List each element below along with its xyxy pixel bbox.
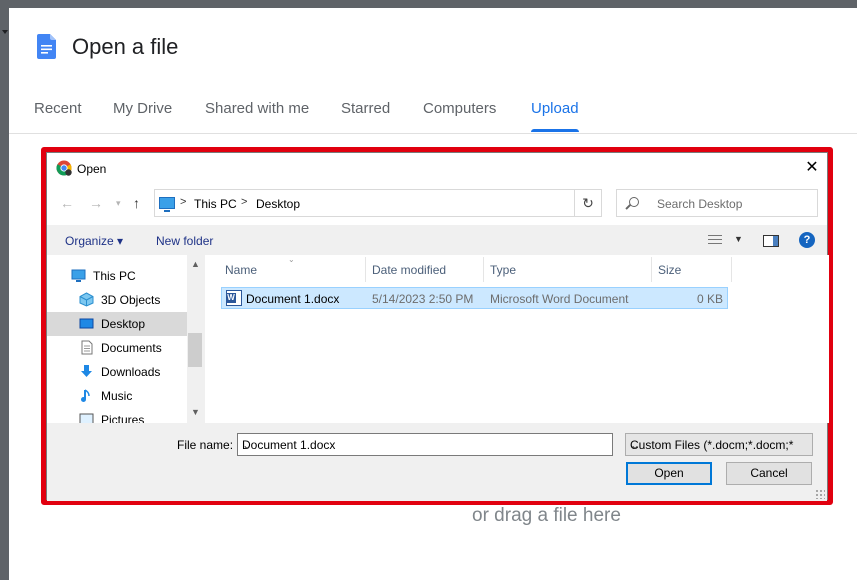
file-list: ⌄ Name Date modified Type Size Document …: [205, 255, 829, 423]
close-button[interactable]: ✕: [803, 159, 821, 177]
sort-caret-icon: ⌄: [288, 255, 295, 264]
pictures-icon: [79, 413, 94, 423]
open-button[interactable]: Open: [626, 462, 712, 485]
file-name: Document 1.docx: [246, 292, 340, 306]
picker-header: Open a file Recent My Drive Shared with …: [9, 8, 857, 134]
this-pc-icon: [159, 197, 175, 212]
column-divider[interactable]: [651, 257, 652, 282]
chevron-right-icon: >: [180, 196, 187, 208]
view-options-icon[interactable]: [708, 235, 722, 246]
tab-starred[interactable]: Starred: [341, 100, 390, 117]
tab-recent[interactable]: Recent: [34, 100, 82, 117]
google-docs-icon: [37, 34, 56, 59]
chevron-down-icon[interactable]: ▼: [734, 234, 743, 244]
nav-item-downloads[interactable]: Downloads: [47, 360, 187, 384]
new-folder-button[interactable]: New folder: [156, 234, 213, 248]
file-name-input[interactable]: Document 1.docx ⌄: [237, 433, 613, 456]
picker-title: Open a file: [72, 34, 179, 59]
search-placeholder: Search Desktop: [657, 197, 743, 211]
resize-grip-icon[interactable]: [815, 489, 825, 499]
file-row[interactable]: Document 1.docx 5/14/2023 2:50 PM Micros…: [221, 287, 728, 309]
tab-shared-with-me[interactable]: Shared with me: [205, 100, 309, 117]
cancel-button[interactable]: Cancel: [726, 462, 812, 485]
column-divider[interactable]: [731, 257, 732, 282]
chevron-down-icon[interactable]: ⌄: [242, 438, 608, 452]
breadcrumb-this-pc[interactable]: This PC: [194, 197, 237, 211]
recent-locations-icon[interactable]: ▾: [116, 198, 121, 209]
cube-icon: [79, 292, 94, 307]
nav-item-desktop[interactable]: Desktop: [47, 312, 187, 336]
nav-item-this-pc[interactable]: This PC: [47, 264, 187, 288]
column-name[interactable]: Name: [225, 263, 257, 277]
organize-button[interactable]: Organize ▾: [65, 234, 123, 248]
tab-upload[interactable]: Upload: [531, 100, 579, 132]
tab-computers[interactable]: Computers: [423, 100, 496, 117]
scroll-up-icon[interactable]: ▲: [191, 259, 200, 269]
tab-my-drive[interactable]: My Drive: [113, 100, 172, 117]
chevron-right-icon: >: [241, 196, 248, 208]
column-type[interactable]: Type: [490, 263, 516, 277]
nav-item-3d-objects[interactable]: 3D Objects: [47, 288, 187, 312]
scrollbar-thumb[interactable]: [188, 333, 202, 367]
scroll-down-icon[interactable]: ▼: [191, 407, 200, 417]
preview-pane-icon[interactable]: [763, 235, 779, 247]
document-icon: [81, 340, 93, 355]
search-icon: [629, 197, 639, 207]
nav-item-pictures[interactable]: Pictures: [47, 408, 187, 423]
file-type-filter[interactable]: Custom Files (*.docm;*.docm;* ⌄: [625, 433, 813, 456]
word-document-icon: [226, 290, 242, 306]
forward-arrow-icon[interactable]: →: [89, 195, 103, 211]
dialog-title: Open: [77, 162, 107, 176]
address-bar[interactable]: > This PC > Desktop ⌄: [154, 189, 590, 217]
dialog-toolbar: Organize ▾ New folder ▼ ?: [47, 225, 827, 255]
dialog-titlebar[interactable]: Open ✕: [47, 153, 827, 183]
nav-item-documents[interactable]: Documents: [47, 336, 187, 360]
pc-icon: [71, 269, 86, 282]
chevron-down-icon[interactable]: ⌄: [630, 438, 796, 452]
column-divider[interactable]: [483, 257, 484, 282]
nav-scrollbar[interactable]: ▲ ▼: [187, 255, 203, 423]
download-icon: [81, 365, 92, 377]
open-file-dialog: Open ✕ ← → ▾ ↑ > This PC > Desktop ⌄ ↻ S…: [46, 152, 829, 501]
breadcrumb-desktop[interactable]: Desktop: [256, 197, 300, 211]
drag-hint: or drag a file here: [472, 505, 621, 526]
refresh-button[interactable]: ↻: [574, 189, 602, 217]
background-page-edge: [0, 0, 9, 580]
nav-item-music[interactable]: Music: [47, 384, 187, 408]
file-date: 5/14/2023 2:50 PM: [372, 292, 474, 306]
chrome-icon: [56, 160, 72, 176]
dialog-footer: File name: Document 1.docx ⌄ Custom File…: [47, 423, 827, 501]
caret-down-icon: [2, 30, 8, 34]
file-name-label: File name:: [177, 438, 234, 452]
column-date-modified[interactable]: Date modified: [372, 263, 446, 277]
column-divider[interactable]: [365, 257, 366, 282]
column-size[interactable]: Size: [658, 263, 681, 277]
back-arrow-icon[interactable]: ←: [60, 195, 74, 211]
search-field[interactable]: Search Desktop: [616, 189, 818, 217]
navigation-pane: This PC 3D Objects Desktop Documents Dow…: [47, 255, 203, 423]
file-size: 0 KB: [696, 292, 723, 306]
desktop-icon: [79, 318, 94, 329]
music-icon: [81, 389, 90, 402]
file-type: Microsoft Word Document: [490, 292, 629, 306]
address-row: ← → ▾ ↑ > This PC > Desktop ⌄ ↻ Search D…: [47, 183, 827, 225]
help-icon[interactable]: ?: [799, 232, 815, 248]
up-arrow-icon[interactable]: ↑: [133, 195, 140, 211]
